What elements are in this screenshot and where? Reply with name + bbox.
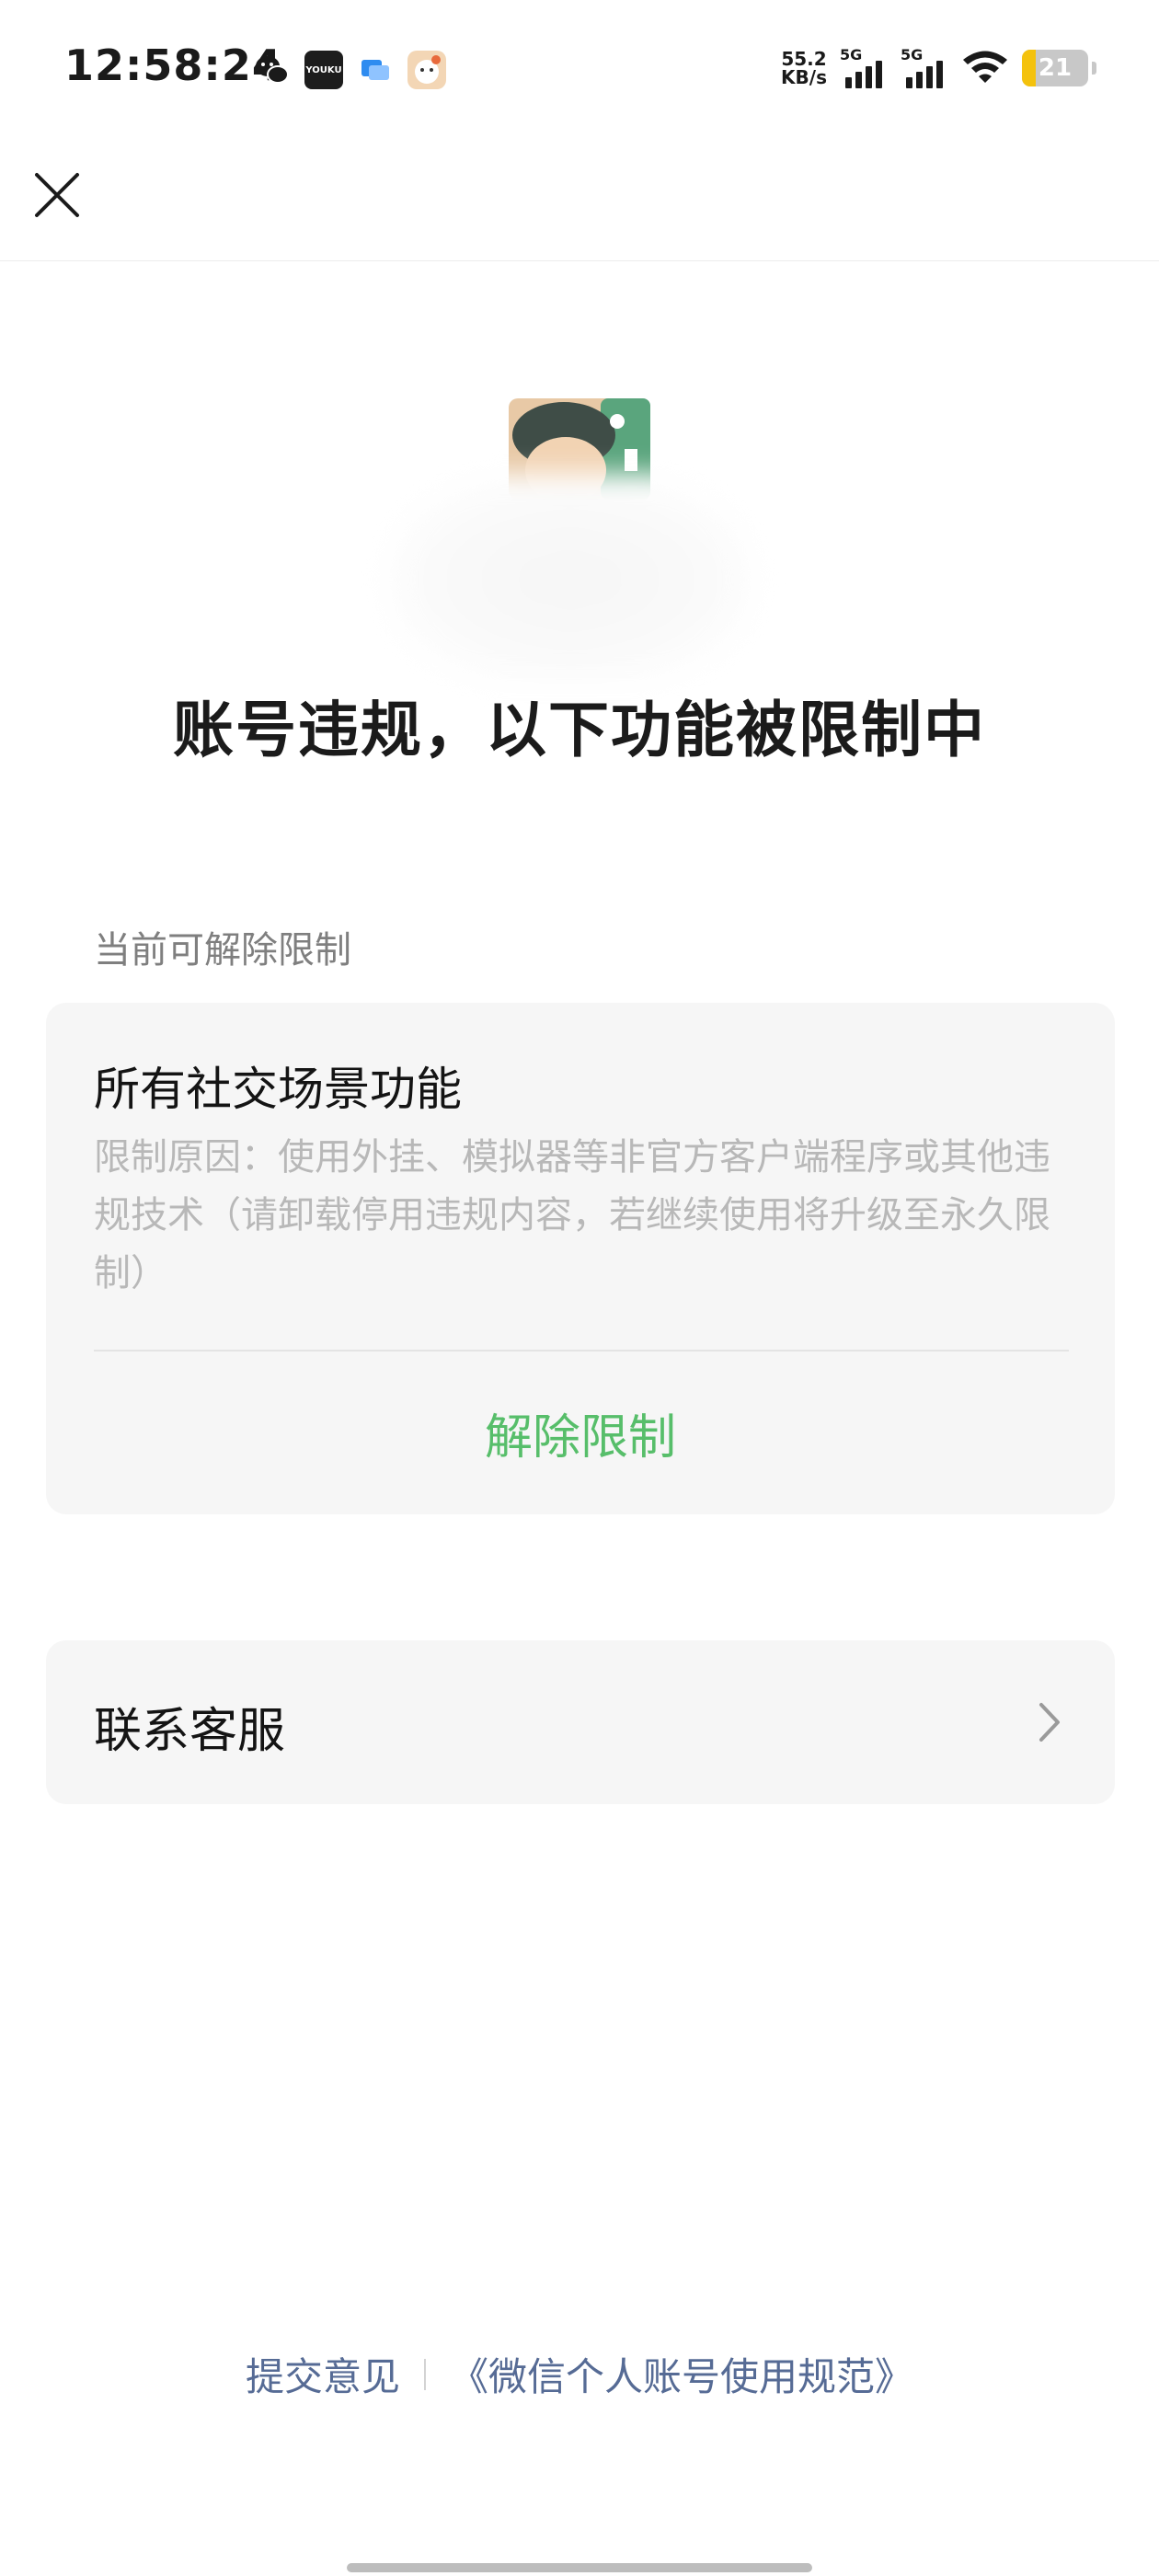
signal-icon: 5G	[840, 46, 888, 88]
youku-icon: YOUKU	[304, 51, 343, 89]
close-button[interactable]	[28, 166, 86, 224]
status-app-icons: YOUKU	[253, 51, 446, 89]
contact-support-button[interactable]: 联系客服	[46, 1640, 1115, 1804]
footer-divider	[424, 2358, 426, 2390]
battery-fill	[1022, 50, 1037, 86]
status-bar: 12:58:24 YOUKU 55.2 KB/s 5G 5G 21	[0, 0, 1159, 138]
battery-icon: 21	[1022, 50, 1088, 86]
status-indicators: 55.2 KB/s 5G 5G 21	[781, 46, 1096, 88]
avatar-app-icon	[407, 51, 446, 89]
footer-links: 提交意见 《微信个人账号使用规范》	[0, 2346, 1159, 2402]
close-icon	[35, 173, 79, 217]
network-speed-value: 55.2	[781, 48, 827, 70]
card-divider	[94, 1350, 1069, 1351]
unlock-restriction-button[interactable]: 解除限制	[46, 1398, 1115, 1467]
restriction-title: 所有社交场景功能	[94, 1063, 462, 1116]
wifi-icon	[961, 48, 1009, 88]
battery-tip	[1092, 62, 1096, 75]
page-title: 账号违规，以下功能被限制中	[173, 695, 986, 765]
feedback-link[interactable]: 提交意见	[246, 2346, 400, 2402]
message-icon	[356, 51, 395, 89]
chevron-right-icon	[1039, 1703, 1060, 1742]
battery-level: 21	[1038, 54, 1073, 82]
network-speed: 55.2 KB/s	[781, 50, 827, 86]
network-speed-unit: KB/s	[781, 66, 827, 88]
restriction-card: 所有社交场景功能 限制原因：使用外挂、模拟器等非官方客户端程序或其他违规技术（请…	[46, 1003, 1115, 1514]
signal-icon: 5G	[901, 46, 948, 88]
wechat-icon	[253, 51, 292, 89]
nav-bar	[0, 138, 1159, 261]
status-time: 12:58:24	[64, 40, 282, 90]
restriction-reason: 限制原因：使用外挂、模拟器等非官方客户端程序或其他违规技术（请卸载停用违规内容，…	[94, 1136, 1050, 1294]
contact-support-label: 联系客服	[94, 1704, 286, 1759]
home-indicator[interactable]	[347, 2563, 812, 2572]
blurred-nickname	[386, 474, 754, 685]
youku-label: YOUKU	[305, 64, 342, 75]
policy-link[interactable]: 《微信个人账号使用规范》	[450, 2346, 913, 2402]
section-label: 当前可解除限制	[94, 929, 351, 972]
